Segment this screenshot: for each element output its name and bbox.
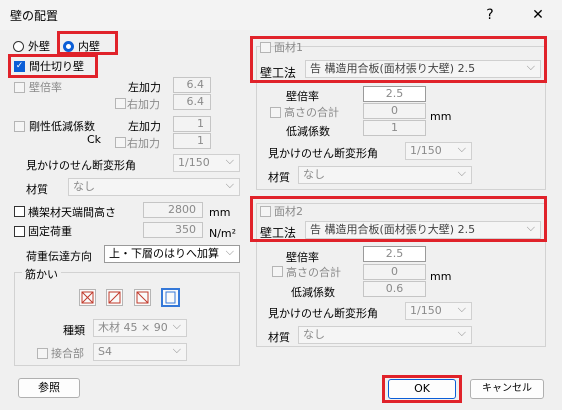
- joint-label: 接合部: [51, 347, 84, 360]
- right-add-label: 右加力: [127, 98, 160, 111]
- panel2-material-select[interactable]: なし: [298, 325, 472, 344]
- stiff-left-add-label: 左加力: [128, 120, 161, 133]
- panel1-reduction-field[interactable]: 1: [363, 120, 426, 136]
- wall-ratio-label: 壁倍率: [29, 81, 62, 94]
- close-button[interactable]: ✕: [518, 0, 558, 30]
- panel1-checkbox[interactable]: [260, 42, 271, 53]
- brace-x-icon[interactable]: [79, 289, 96, 306]
- outer-wall-label: 外壁: [28, 40, 50, 53]
- panel1-angle-label: 見かけのせん断変形角: [268, 147, 378, 160]
- cancel-button[interactable]: キャンセル: [470, 379, 544, 399]
- stiff-right-field[interactable]: 1: [173, 133, 211, 149]
- joint-select[interactable]: S4: [93, 342, 187, 361]
- panel2-height-unit: mm: [430, 270, 452, 283]
- ratio-right-field[interactable]: 6.4: [173, 94, 211, 110]
- panel1-ratio-field[interactable]: 2.5: [363, 86, 426, 102]
- stiff-left-field[interactable]: 1: [173, 116, 211, 132]
- panel1-ratio-label: 壁倍率: [286, 90, 319, 103]
- panel1-title: 面材1: [274, 41, 303, 54]
- material-select[interactable]: なし: [68, 177, 240, 196]
- partition-wall-checkbox[interactable]: ✓: [14, 61, 25, 72]
- brace-type-label: 種類: [63, 324, 85, 337]
- load-dir-select[interactable]: 上・下層のはりへ加算: [104, 244, 240, 263]
- brace-type-select[interactable]: 木材 45 × 90: [93, 318, 187, 337]
- joint-checkbox[interactable]: [37, 348, 48, 359]
- inner-wall-radio[interactable]: [63, 41, 74, 52]
- panel1-material-select[interactable]: なし: [298, 165, 472, 184]
- beam-height-checkbox[interactable]: [14, 206, 25, 217]
- panel2-reduction-field[interactable]: 0.6: [363, 281, 426, 297]
- panel1-height-sum-label: 高さの合計: [284, 106, 339, 119]
- brace-backslash-icon[interactable]: [134, 289, 151, 306]
- panel2-ratio-field[interactable]: 2.5: [363, 246, 426, 262]
- stiffness-checkbox[interactable]: [14, 121, 25, 132]
- left-add-label: 左加力: [128, 81, 161, 94]
- fixed-load-unit: N/m²: [209, 227, 237, 240]
- ck-label: Ck: [87, 133, 102, 146]
- partition-wall-label: 間仕切り壁: [29, 60, 84, 73]
- brace-none-icon[interactable]: [161, 288, 180, 307]
- fixed-load-field[interactable]: 350: [143, 222, 203, 238]
- panel1-material-label: 材質: [268, 171, 290, 184]
- beam-height-unit: mm: [209, 206, 231, 219]
- panel2-title: 面材2: [274, 205, 303, 218]
- panel2-angle-label: 見かけのせん断変形角: [268, 307, 378, 320]
- panel1-height-unit: mm: [430, 110, 452, 123]
- stiff-right-add-label: 右加力: [127, 137, 160, 150]
- panel2-checkbox[interactable]: [260, 206, 271, 217]
- stiffness-label: 剛性低減係数: [29, 120, 95, 133]
- inner-wall-label: 内壁: [78, 40, 100, 53]
- outer-wall-radio[interactable]: [13, 41, 24, 52]
- panel1-method-label: 壁工法: [260, 66, 297, 80]
- panel2-method-label: 壁工法: [260, 226, 297, 240]
- shear-angle-select[interactable]: 1/150: [173, 153, 240, 172]
- panel2-height-sum-label: 高さの合計: [286, 266, 341, 279]
- beam-height-field[interactable]: 2800: [143, 202, 203, 218]
- material-label: 材質: [26, 183, 48, 196]
- panel2-reduction-label: 低減係数: [291, 286, 335, 299]
- panel2-height-sum-checkbox[interactable]: [272, 266, 283, 277]
- stiff-right-checkbox[interactable]: [115, 137, 126, 148]
- right-add-checkbox[interactable]: [115, 98, 126, 109]
- panel1-height-sum-checkbox[interactable]: [270, 107, 281, 118]
- shear-angle-label: 見かけのせん断変形角: [26, 159, 136, 172]
- panel2-height-sum-field[interactable]: 0: [363, 264, 426, 280]
- fixed-load-label: 固定荷重: [28, 225, 72, 238]
- help-button[interactable]: ?: [470, 0, 510, 30]
- panel2-material-label: 材質: [268, 331, 290, 344]
- brace-group-title: 筋かい: [22, 266, 61, 282]
- ok-button[interactable]: OK: [388, 379, 456, 399]
- panel1-reduction-label: 低減係数: [286, 125, 330, 138]
- panel1-angle-select[interactable]: 1/150: [405, 141, 472, 160]
- wall-ratio-checkbox[interactable]: [14, 82, 25, 93]
- load-dir-label: 荷重伝達方向: [26, 250, 92, 263]
- panel1-height-sum-field[interactable]: 0: [363, 103, 426, 119]
- panel2-ratio-label: 壁倍率: [286, 251, 319, 264]
- panel2-angle-select[interactable]: 1/150: [405, 301, 472, 320]
- fixed-load-checkbox[interactable]: [14, 226, 25, 237]
- panel2-method-select[interactable]: 告 構造用合板(面材張り大壁) 2.5: [305, 220, 541, 239]
- brace-slash-icon[interactable]: [106, 289, 123, 306]
- window-title: 壁の配置: [10, 9, 59, 23]
- ratio-left-field[interactable]: 6.4: [173, 77, 211, 93]
- reference-button[interactable]: 参照: [18, 378, 80, 398]
- panel1-method-select[interactable]: 告 構造用合板(面材張り大壁) 2.5: [305, 59, 541, 78]
- beam-height-label: 横架材天端間高さ: [28, 206, 116, 219]
